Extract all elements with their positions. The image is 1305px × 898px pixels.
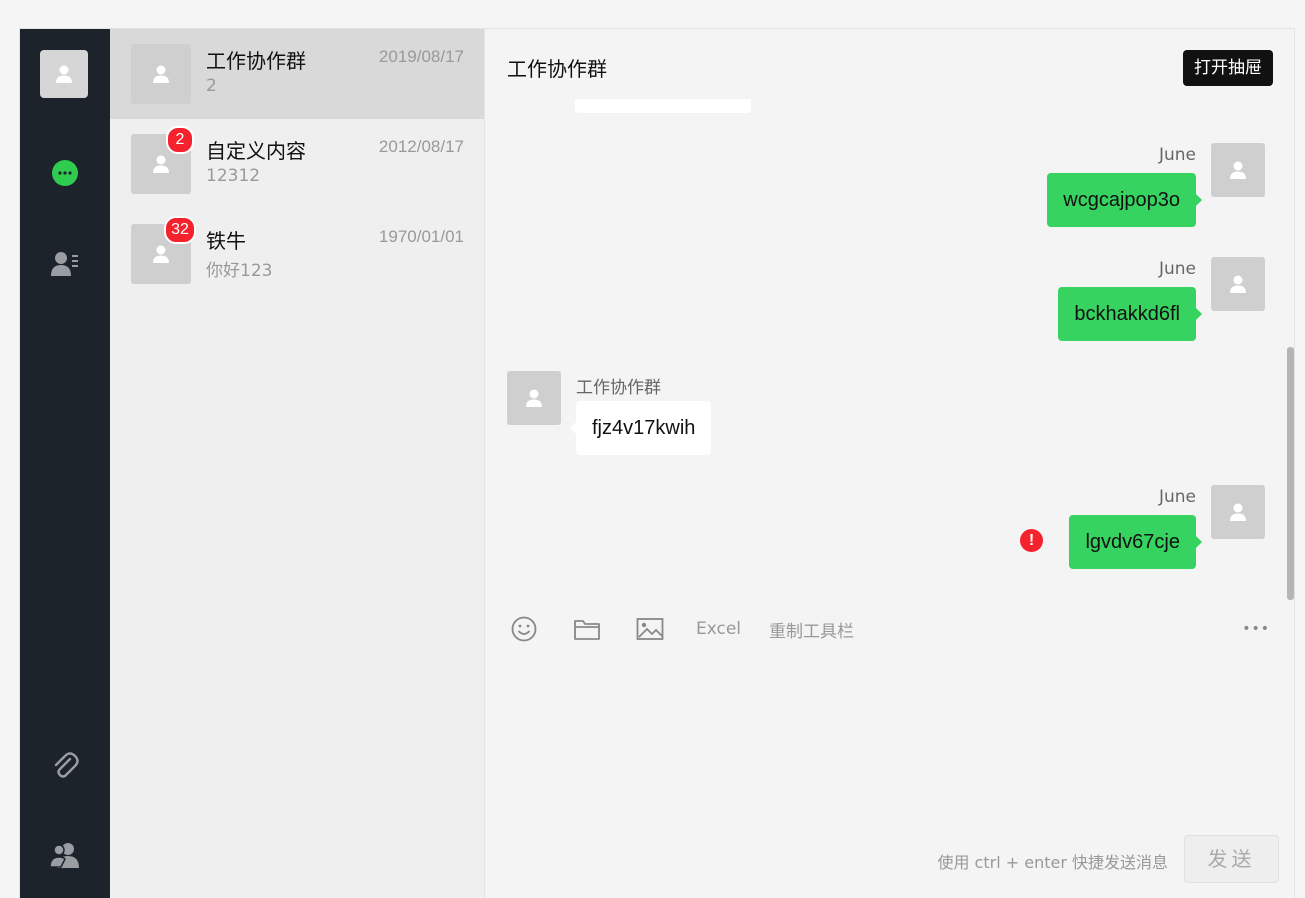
editor-toolbar: Excel 重制工具栏 ••• — [485, 609, 1295, 649]
conversation-item[interactable]: 32 铁牛 你好123 1970/01/01 — [110, 209, 484, 299]
send-error-icon[interactable]: ! — [1020, 529, 1043, 552]
file-button[interactable] — [573, 609, 601, 649]
users-icon — [49, 843, 79, 868]
chat-app: 工作协作群 2 2019/08/17 2 自定义内容 12312 2012/08… — [19, 28, 1295, 898]
message-avatar — [507, 371, 561, 425]
excel-button[interactable]: Excel — [696, 609, 741, 649]
conversation-list: 工作协作群 2 2019/08/17 2 自定义内容 12312 2012/08… — [110, 29, 485, 898]
conversation-last-message: 你好123 — [206, 261, 273, 281]
unread-badge: 2 — [166, 126, 194, 154]
more-button[interactable]: ••• — [1242, 609, 1270, 649]
user-icon — [1230, 275, 1246, 293]
conversation-date: 1970/01/01 — [378, 227, 464, 246]
user-icon — [526, 389, 542, 407]
message-bubble: wcgcajpop3o — [1047, 173, 1202, 227]
conversation-last-message: 2 — [206, 76, 217, 96]
message-bubble: fjz4v17kwih — [569, 401, 712, 455]
message-list[interactable]: June wcgcajpop3o June bckhakkd6fl 工作协作群 … — [485, 99, 1295, 601]
conversation-item[interactable]: 工作协作群 2 2019/08/17 — [110, 29, 484, 119]
conversation-last-message: 12312 — [206, 166, 261, 186]
chat-icon — [52, 160, 78, 186]
chat-title: 工作协作群 — [507, 57, 607, 81]
user-icon — [153, 65, 169, 83]
user-icon — [153, 155, 169, 173]
message-sender: June — [1158, 259, 1196, 279]
conversation-name: 自定义内容 — [206, 139, 306, 163]
message-bubble: bckhakkd6fl — [1058, 287, 1202, 341]
message-sender: June — [1158, 145, 1196, 165]
reset-toolbar-button[interactable]: 重制工具栏 — [769, 609, 854, 649]
user-icon — [153, 245, 169, 263]
message-bubble: lgvdv67cje — [1069, 515, 1202, 569]
smile-icon — [511, 616, 537, 642]
conversation-date: 2012/08/17 — [378, 137, 464, 156]
contacts-icon — [51, 252, 78, 276]
sidebar-item-attachment[interactable] — [20, 748, 110, 784]
conversation-name: 铁牛 — [206, 229, 246, 253]
message-bubble — [575, 99, 751, 113]
send-hint: 使用 ctrl + enter 快捷发送消息 — [937, 853, 1168, 872]
sidebar-item-users[interactable] — [20, 837, 110, 873]
folder-icon — [574, 620, 600, 640]
message-avatar — [1211, 485, 1265, 539]
user-avatar[interactable] — [40, 50, 88, 98]
conversation-name: 工作协作群 — [206, 49, 306, 73]
conversation-avatar — [131, 44, 191, 104]
image-icon — [636, 618, 664, 640]
message-avatar — [1211, 257, 1265, 311]
sidebar-item-chat[interactable] — [20, 156, 110, 192]
user-icon — [1230, 503, 1246, 521]
open-drawer-button[interactable]: 打开抽屉 — [1183, 50, 1273, 86]
message-avatar — [1211, 143, 1265, 197]
paperclip-icon — [54, 752, 79, 778]
user-icon — [56, 65, 72, 83]
sidebar-item-contacts[interactable] — [20, 245, 110, 281]
unread-badge: 32 — [164, 216, 196, 244]
conversation-item[interactable]: 2 自定义内容 12312 2012/08/17 — [110, 119, 484, 209]
scrollbar[interactable] — [1287, 347, 1294, 600]
image-button[interactable] — [636, 609, 664, 649]
user-icon — [1230, 161, 1246, 179]
sidebar — [20, 29, 110, 898]
message-sender: 工作协作群 — [576, 378, 661, 398]
chat-panel: 工作协作群 打开抽屉 June wcgcajpop3o June bckhakk… — [485, 29, 1294, 898]
conversation-date: 2019/08/17 — [378, 47, 464, 66]
message-sender: June — [1158, 487, 1196, 507]
send-button[interactable]: 发送 — [1184, 835, 1279, 883]
emoji-button[interactable] — [511, 609, 537, 649]
